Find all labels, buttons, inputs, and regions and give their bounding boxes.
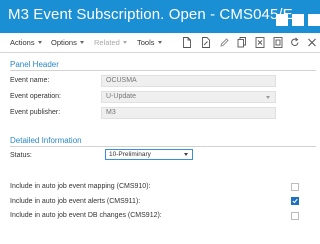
title-bar-decoration [276,14,320,26]
window-title: M3 Event Subscription. Open - CMS045/E [8,6,293,23]
related-menu-label: Related [94,38,120,47]
section-divider [10,70,316,71]
event-publisher-label: Event publisher: [10,109,61,116]
options-menu[interactable]: Options [51,38,84,47]
cms910-checkbox[interactable] [291,183,299,191]
chevron-down-icon [122,41,127,44]
new-document-icon[interactable] [182,37,192,48]
actions-menu[interactable]: Actions [10,38,42,47]
event-publisher-value: M3 [106,109,116,116]
event-operation-select[interactable]: U-Update [101,91,276,103]
event-operation-label: Event operation: [10,93,61,100]
title-bar-square [292,14,304,26]
cms912-checkbox-label: Include in auto job event DB changes (CM… [10,212,162,219]
related-menu[interactable]: Related [94,38,127,47]
status-select[interactable]: 10-Preliminary [105,149,193,160]
toolbar: Actions Options Related Tools [0,33,320,53]
checkmark-icon [292,198,298,204]
status-label: Status: [10,152,32,159]
display-icon[interactable] [273,37,283,48]
edit-document-icon[interactable] [201,37,211,48]
cms910-checkbox-label: Include in auto job event mapping (CMS91… [10,183,151,190]
chevron-down-icon [37,41,42,44]
tools-menu[interactable]: Tools [137,38,162,47]
section-divider [10,146,316,147]
title-bar-square [308,14,320,26]
panel-header-title: Panel Header [10,60,59,69]
actions-menu-label: Actions [10,38,35,47]
detailed-information-title: Detailed Information [10,136,82,145]
refresh-icon[interactable] [290,37,300,48]
status-value: 10-Preliminary [109,151,151,158]
options-menu-label: Options [51,38,77,47]
event-name-label: Event name: [10,77,50,84]
copy-icon[interactable] [237,37,247,48]
tools-menu-label: Tools [137,38,155,47]
cms911-checkbox[interactable] [291,197,299,205]
title-bar-square [276,14,288,26]
cms912-checkbox[interactable] [291,212,299,220]
cms911-checkbox-label: Include in auto job event alerts (CMS911… [10,198,141,205]
pencil-icon[interactable] [219,37,229,48]
chevron-down-icon [184,153,188,156]
title-bar: M3 Event Subscription. Open - CMS045/E [0,0,320,33]
delete-icon[interactable] [255,37,265,48]
chevron-down-icon [266,96,270,99]
chevron-down-icon [79,41,84,44]
event-name-field[interactable]: OCUSMA [101,75,276,87]
event-name-value: OCUSMA [106,77,137,84]
event-operation-value: U-Update [106,93,136,100]
event-publisher-field[interactable]: M3 [101,107,276,119]
close-icon[interactable] [307,37,317,48]
chevron-down-icon [157,41,162,44]
